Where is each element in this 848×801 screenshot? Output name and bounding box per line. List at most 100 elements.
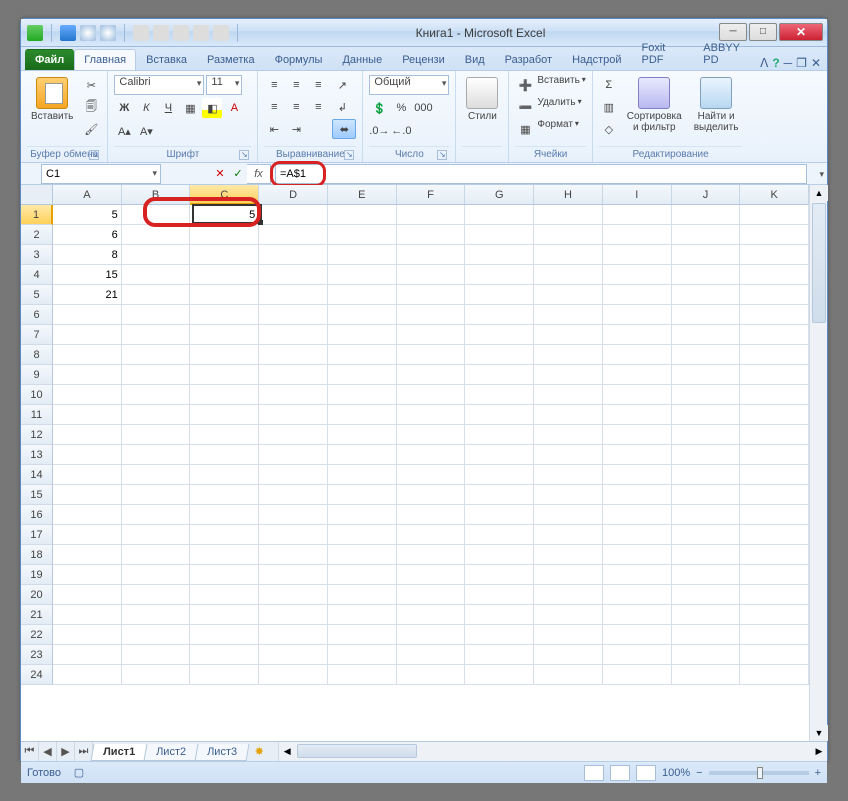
cell-D19[interactable] xyxy=(259,565,328,585)
cell-G18[interactable] xyxy=(465,545,534,565)
row-header-10[interactable]: 10 xyxy=(21,385,53,405)
cell-D22[interactable] xyxy=(259,625,328,645)
cell-F22[interactable] xyxy=(397,625,466,645)
cell-H22[interactable] xyxy=(534,625,603,645)
cell-K22[interactable] xyxy=(740,625,809,645)
cell-K2[interactable] xyxy=(740,225,809,245)
cell-G3[interactable] xyxy=(465,245,534,265)
cell-F24[interactable] xyxy=(397,665,466,685)
cell-F14[interactable] xyxy=(397,465,466,485)
cell-K12[interactable] xyxy=(740,425,809,445)
cell-C24[interactable] xyxy=(190,665,259,685)
col-header-H[interactable]: H xyxy=(534,185,603,205)
row-header-1[interactable]: 1 xyxy=(21,205,53,225)
cell-H10[interactable] xyxy=(534,385,603,405)
cell-J18[interactable] xyxy=(672,545,741,565)
cell-J4[interactable] xyxy=(672,265,741,285)
cell-K3[interactable] xyxy=(740,245,809,265)
italic-button[interactable]: К xyxy=(136,98,156,118)
format-cells-button[interactable]: ▦Формат▾ xyxy=(515,119,579,139)
tab-главная[interactable]: Главная xyxy=(74,49,136,70)
row-header-11[interactable]: 11 xyxy=(21,405,53,425)
cell-B18[interactable] xyxy=(122,545,191,565)
cell-I12[interactable] xyxy=(603,425,672,445)
fill-handle[interactable] xyxy=(258,220,263,225)
cell-G11[interactable] xyxy=(465,405,534,425)
inc-decimal-button[interactable]: .0→ xyxy=(369,121,389,141)
cell-A13[interactable] xyxy=(53,445,122,465)
row-header-8[interactable]: 8 xyxy=(21,345,53,365)
tab-вид[interactable]: Вид xyxy=(455,49,495,70)
styles-button[interactable]: Стили xyxy=(462,75,502,124)
cell-F18[interactable] xyxy=(397,545,466,565)
cell-H8[interactable] xyxy=(534,345,603,365)
cut-icon[interactable]: ✂ xyxy=(81,75,101,95)
cell-D2[interactable] xyxy=(259,225,328,245)
cell-I21[interactable] xyxy=(603,605,672,625)
horizontal-scrollbar[interactable]: ◀ ▶ xyxy=(278,742,827,761)
sheet-tab-Лист1[interactable]: Лист1 xyxy=(91,744,148,761)
column-headers[interactable]: ABCDEFGHIJK xyxy=(53,185,809,205)
cell-I15[interactable] xyxy=(603,485,672,505)
cell-D6[interactable] xyxy=(259,305,328,325)
cell-C6[interactable] xyxy=(190,305,259,325)
cell-A18[interactable] xyxy=(53,545,122,565)
cell-G10[interactable] xyxy=(465,385,534,405)
cell-I23[interactable] xyxy=(603,645,672,665)
delete-cells-button[interactable]: ➖Удалить▾ xyxy=(515,97,581,117)
cell-K15[interactable] xyxy=(740,485,809,505)
cell-F10[interactable] xyxy=(397,385,466,405)
cell-H3[interactable] xyxy=(534,245,603,265)
cell-D1[interactable] xyxy=(259,205,328,225)
cell-A11[interactable] xyxy=(53,405,122,425)
undo-icon[interactable] xyxy=(80,25,96,41)
cell-C15[interactable] xyxy=(190,485,259,505)
cell-H4[interactable] xyxy=(534,265,603,285)
cell-A19[interactable] xyxy=(53,565,122,585)
cell-B8[interactable] xyxy=(122,345,191,365)
cell-B6[interactable] xyxy=(122,305,191,325)
paste-button[interactable]: Вставить xyxy=(27,75,77,124)
align-right-button[interactable]: ≡ xyxy=(308,97,328,117)
tab-формулы[interactable]: Формулы xyxy=(265,49,333,70)
cell-K18[interactable] xyxy=(740,545,809,565)
cell-B17[interactable] xyxy=(122,525,191,545)
fill-color-button[interactable]: ◧ xyxy=(202,98,222,118)
cell-E4[interactable] xyxy=(328,265,397,285)
cell-G23[interactable] xyxy=(465,645,534,665)
qat-icon[interactable] xyxy=(153,25,169,41)
wrap-text-button[interactable]: ↲ xyxy=(332,97,352,117)
cell-G12[interactable] xyxy=(465,425,534,445)
view-normal-button[interactable] xyxy=(584,765,604,781)
row-header-13[interactable]: 13 xyxy=(21,445,53,465)
row-header-21[interactable]: 21 xyxy=(21,605,53,625)
cell-C8[interactable] xyxy=(190,345,259,365)
cell-G6[interactable] xyxy=(465,305,534,325)
cell-J14[interactable] xyxy=(672,465,741,485)
cell-E23[interactable] xyxy=(328,645,397,665)
cell-D10[interactable] xyxy=(259,385,328,405)
cell-G17[interactable] xyxy=(465,525,534,545)
indent-dec-button[interactable]: ⇤ xyxy=(264,119,284,139)
cell-A21[interactable] xyxy=(53,605,122,625)
cell-F12[interactable] xyxy=(397,425,466,445)
row-header-2[interactable]: 2 xyxy=(21,225,53,245)
comma-button[interactable]: 000 xyxy=(413,98,433,118)
col-header-J[interactable]: J xyxy=(672,185,741,205)
cell-I2[interactable] xyxy=(603,225,672,245)
cell-G13[interactable] xyxy=(465,445,534,465)
cell-H16[interactable] xyxy=(534,505,603,525)
cell-G19[interactable] xyxy=(465,565,534,585)
cell-E8[interactable] xyxy=(328,345,397,365)
cell-F9[interactable] xyxy=(397,365,466,385)
cell-H9[interactable] xyxy=(534,365,603,385)
cell-F8[interactable] xyxy=(397,345,466,365)
cell-K9[interactable] xyxy=(740,365,809,385)
cell-F2[interactable] xyxy=(397,225,466,245)
view-layout-button[interactable] xyxy=(610,765,630,781)
cell-J16[interactable] xyxy=(672,505,741,525)
shrink-font-button[interactable]: A▾ xyxy=(136,121,156,141)
cell-H13[interactable] xyxy=(534,445,603,465)
cell-B4[interactable] xyxy=(122,265,191,285)
cell-B9[interactable] xyxy=(122,365,191,385)
